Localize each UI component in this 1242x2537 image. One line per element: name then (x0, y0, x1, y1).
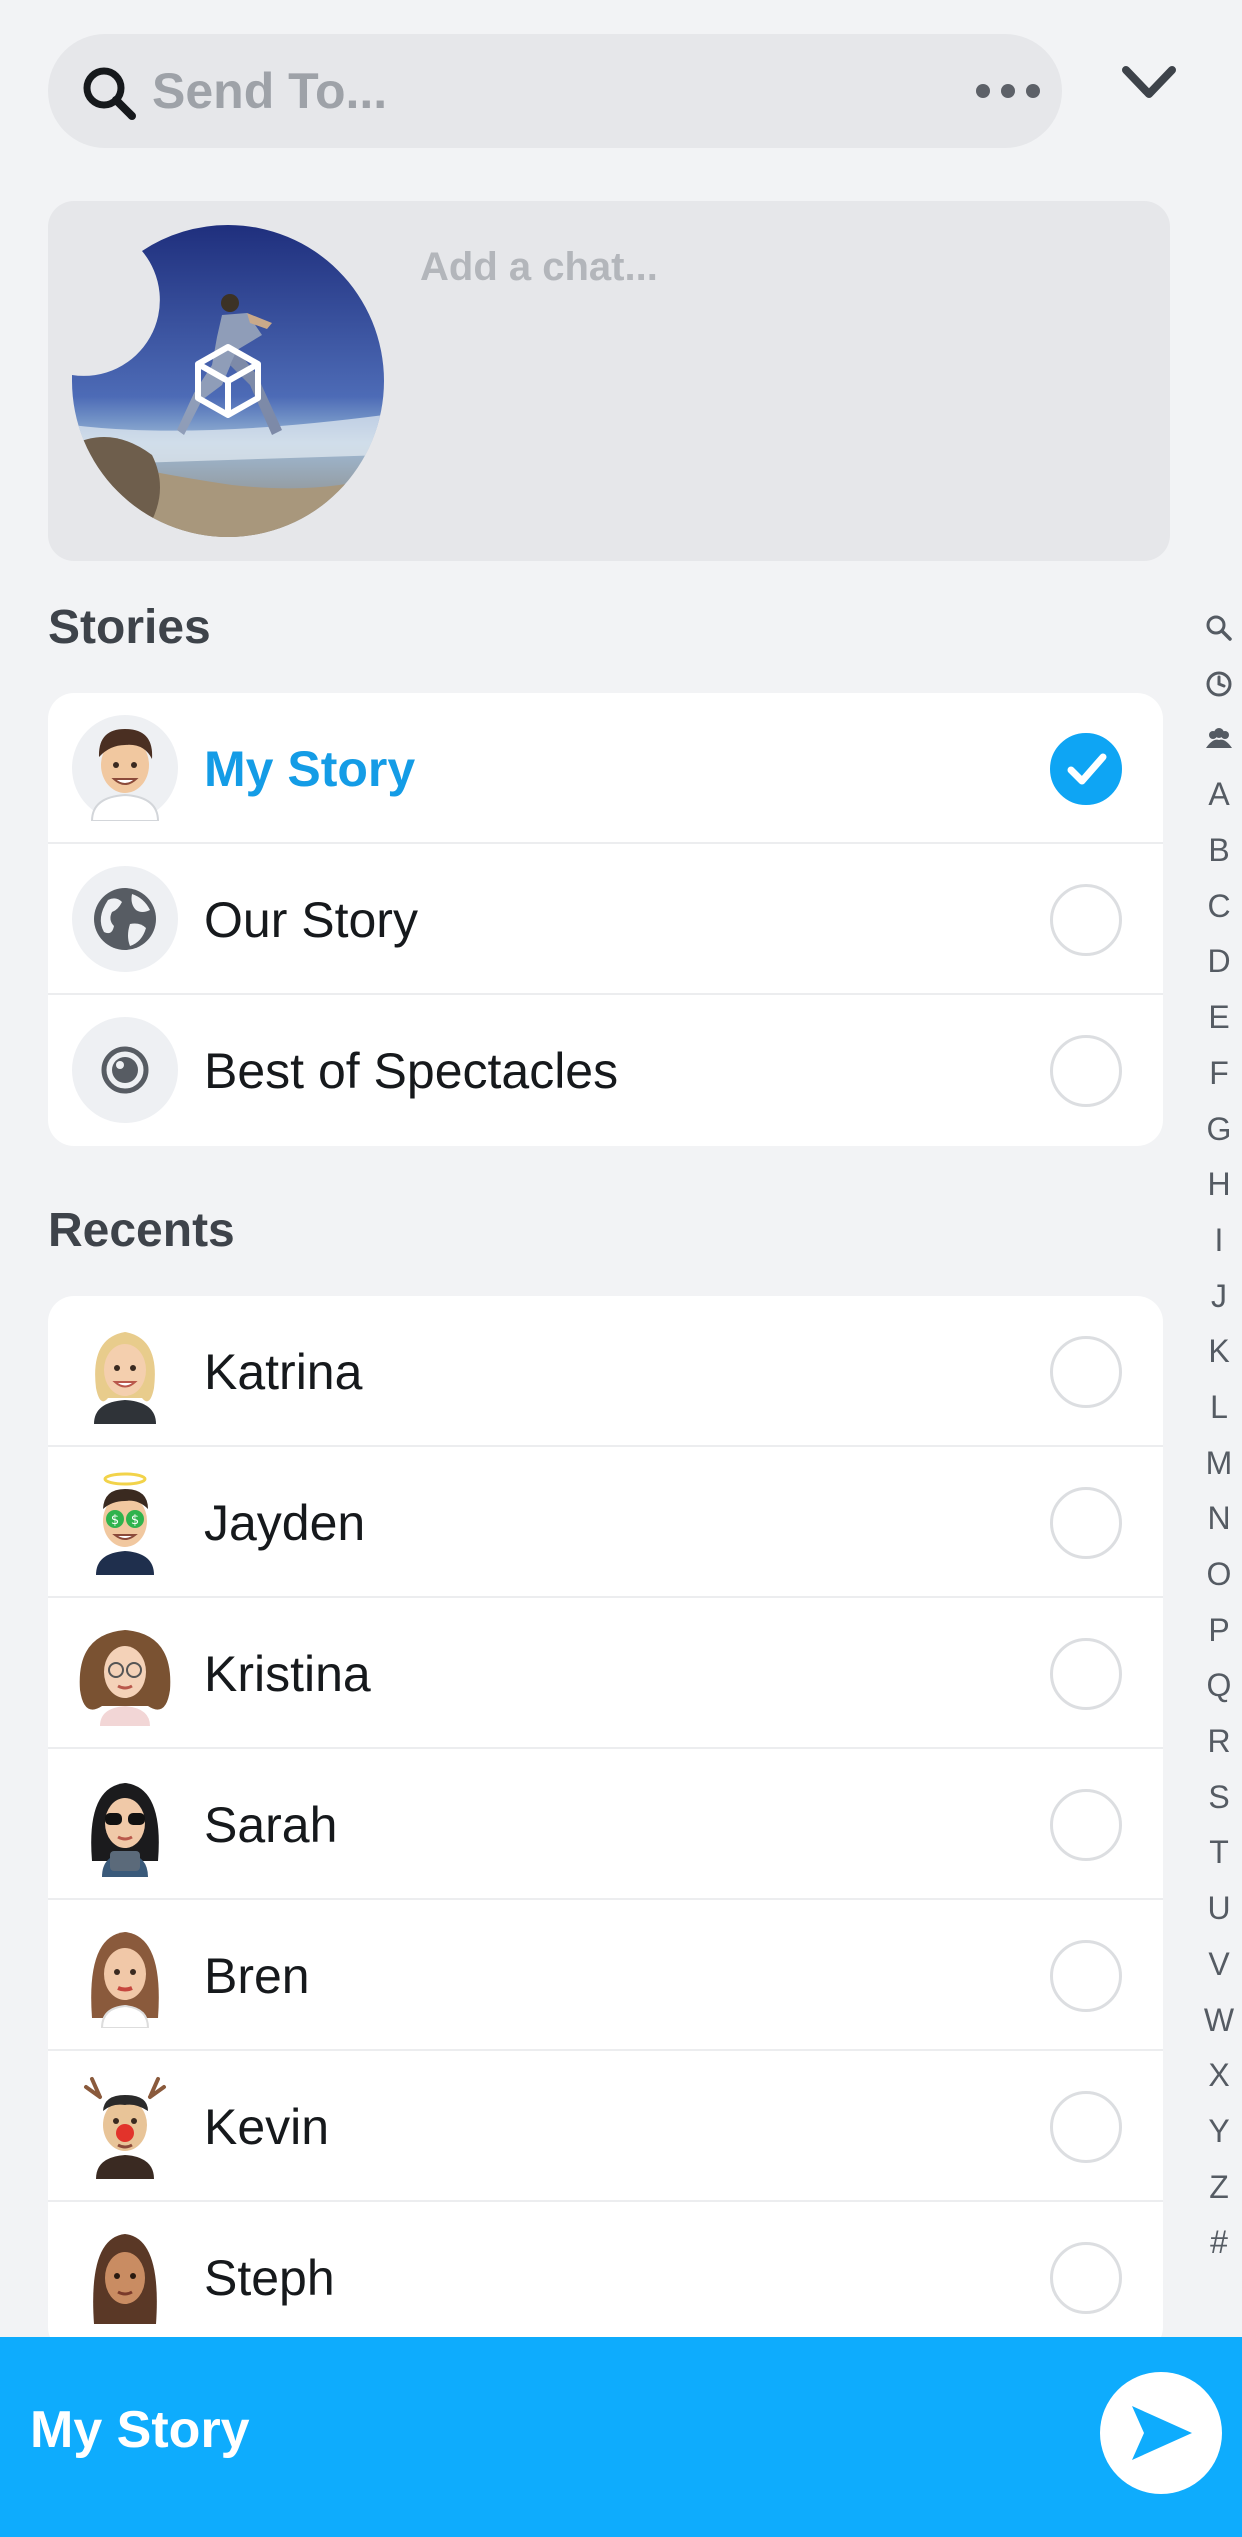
bitmoji-avatar (72, 715, 178, 821)
recent-row-kristina[interactable]: Kristina (48, 1598, 1163, 1749)
recent-label: Kristina (204, 1645, 371, 1702)
alphabet-index[interactable]: A B C D E F G H I J K L M N O P Q R S T U V W X Y Z # (1198, 600, 1240, 2271)
chevron-down-icon[interactable] (1120, 62, 1178, 102)
index-letter[interactable]: E (1198, 990, 1240, 1046)
recent-row-jayden[interactable]: $ $ Jayden (48, 1447, 1163, 1598)
recent-label: Steph (204, 2249, 335, 2306)
index-letter[interactable]: G (1198, 1101, 1240, 1157)
checkmark-icon (1067, 753, 1107, 785)
story-label: My Story (204, 740, 416, 797)
index-letter[interactable]: J (1198, 1268, 1240, 1324)
recent-row-bren[interactable]: Bren (48, 1900, 1163, 2051)
select-radio[interactable] (1050, 1487, 1122, 1559)
select-radio[interactable] (1050, 2242, 1122, 2314)
recent-label: Jayden (204, 1494, 366, 1551)
chat-card (48, 201, 1170, 561)
globe-icon (72, 866, 178, 972)
index-letter[interactable]: V (1198, 1937, 1240, 1993)
bitmoji-avatar: $ $ (72, 1469, 178, 1575)
recent-clock-icon[interactable] (1198, 656, 1240, 712)
recent-label: Sarah (204, 1796, 338, 1853)
recent-row-kevin[interactable]: Kevin (48, 2051, 1163, 2202)
story-row-best-of-spectacles[interactable]: Best of Spectacles (48, 995, 1163, 1146)
snap-thumbnail[interactable] (72, 225, 384, 537)
stories-title: Stories (48, 601, 211, 654)
spectacles-icon (72, 1017, 178, 1123)
search-input[interactable] (152, 34, 972, 148)
select-radio[interactable] (1050, 1336, 1122, 1408)
chat-input[interactable] (420, 231, 1120, 303)
index-letter[interactable]: P (1198, 1602, 1240, 1658)
select-radio[interactable] (1050, 884, 1122, 956)
bitmoji-avatar (72, 2073, 178, 2179)
selected-checkbox[interactable] (1050, 733, 1122, 805)
search-bar[interactable] (48, 34, 1062, 148)
index-letter[interactable]: R (1198, 1714, 1240, 1770)
index-letter[interactable]: T (1198, 1825, 1240, 1881)
index-letter[interactable]: W (1198, 1992, 1240, 2048)
select-radio[interactable] (1050, 1638, 1122, 1710)
index-letter[interactable]: Y (1198, 2104, 1240, 2160)
groups-icon[interactable] (1198, 711, 1240, 767)
index-letter[interactable]: K (1198, 1324, 1240, 1380)
bitmoji-avatar (72, 2224, 178, 2330)
select-radio[interactable] (1050, 1035, 1122, 1107)
recent-label: Katrina (204, 1343, 363, 1400)
index-letter[interactable]: Q (1198, 1658, 1240, 1714)
story-label: Our Story (204, 891, 418, 948)
recents-title: Recents (48, 1204, 235, 1257)
stories-list: My Story Our Story Best of Spectacles (48, 693, 1163, 1146)
index-letter[interactable]: B (1198, 823, 1240, 879)
bitmoji-avatar (72, 1771, 178, 1877)
recent-row-katrina[interactable]: Katrina (48, 1296, 1163, 1447)
send-bar: My Story (0, 2337, 1242, 2537)
send-arrow-icon (1132, 2406, 1192, 2460)
index-letter[interactable]: A (1198, 767, 1240, 823)
svg-text:$: $ (111, 1513, 119, 1528)
recent-label: Bren (204, 1947, 310, 2004)
index-letter[interactable]: Z (1198, 2159, 1240, 2215)
index-letter[interactable]: H (1198, 1157, 1240, 1213)
story-label: Best of Spectacles (204, 1042, 619, 1099)
send-button[interactable] (1100, 2372, 1222, 2494)
index-letter[interactable]: U (1198, 1881, 1240, 1937)
index-letter[interactable]: N (1198, 1491, 1240, 1547)
recents-list: Katrina $ $ Jayden Kristina Sarah Bren K… (48, 1296, 1163, 2353)
index-letter[interactable]: O (1198, 1547, 1240, 1603)
bitmoji-avatar (72, 1922, 178, 2028)
recent-row-steph[interactable]: Steph (48, 2202, 1163, 2353)
bitmoji-avatar (72, 1318, 178, 1424)
recent-label: Kevin (204, 2098, 330, 2155)
index-letter[interactable]: S (1198, 1769, 1240, 1825)
story-row-our-story[interactable]: Our Story (48, 844, 1163, 995)
recent-row-sarah[interactable]: Sarah (48, 1749, 1163, 1900)
select-radio[interactable] (1050, 2091, 1122, 2163)
more-dots-icon[interactable] (972, 80, 1044, 102)
index-letter[interactable]: # (1198, 2215, 1240, 2271)
search-icon (83, 67, 136, 120)
send-to-label: My Story (30, 2401, 250, 2459)
index-letters: A B C D E F G H I J K L M N O P Q R S T U V W X Y Z # (1198, 767, 1240, 2271)
index-letter[interactable]: F (1198, 1046, 1240, 1102)
svg-text:$: $ (131, 1513, 139, 1528)
select-radio[interactable] (1050, 1789, 1122, 1861)
index-letter[interactable]: I (1198, 1213, 1240, 1269)
index-letter[interactable]: L (1198, 1380, 1240, 1436)
select-radio[interactable] (1050, 1940, 1122, 2012)
index-letter[interactable]: X (1198, 2048, 1240, 2104)
index-letter[interactable]: C (1198, 878, 1240, 934)
index-letter[interactable]: M (1198, 1435, 1240, 1491)
story-row-my-story[interactable]: My Story (48, 693, 1163, 844)
index-search-icon[interactable] (1198, 600, 1240, 656)
bitmoji-avatar (72, 1620, 178, 1726)
index-letter[interactable]: D (1198, 934, 1240, 990)
